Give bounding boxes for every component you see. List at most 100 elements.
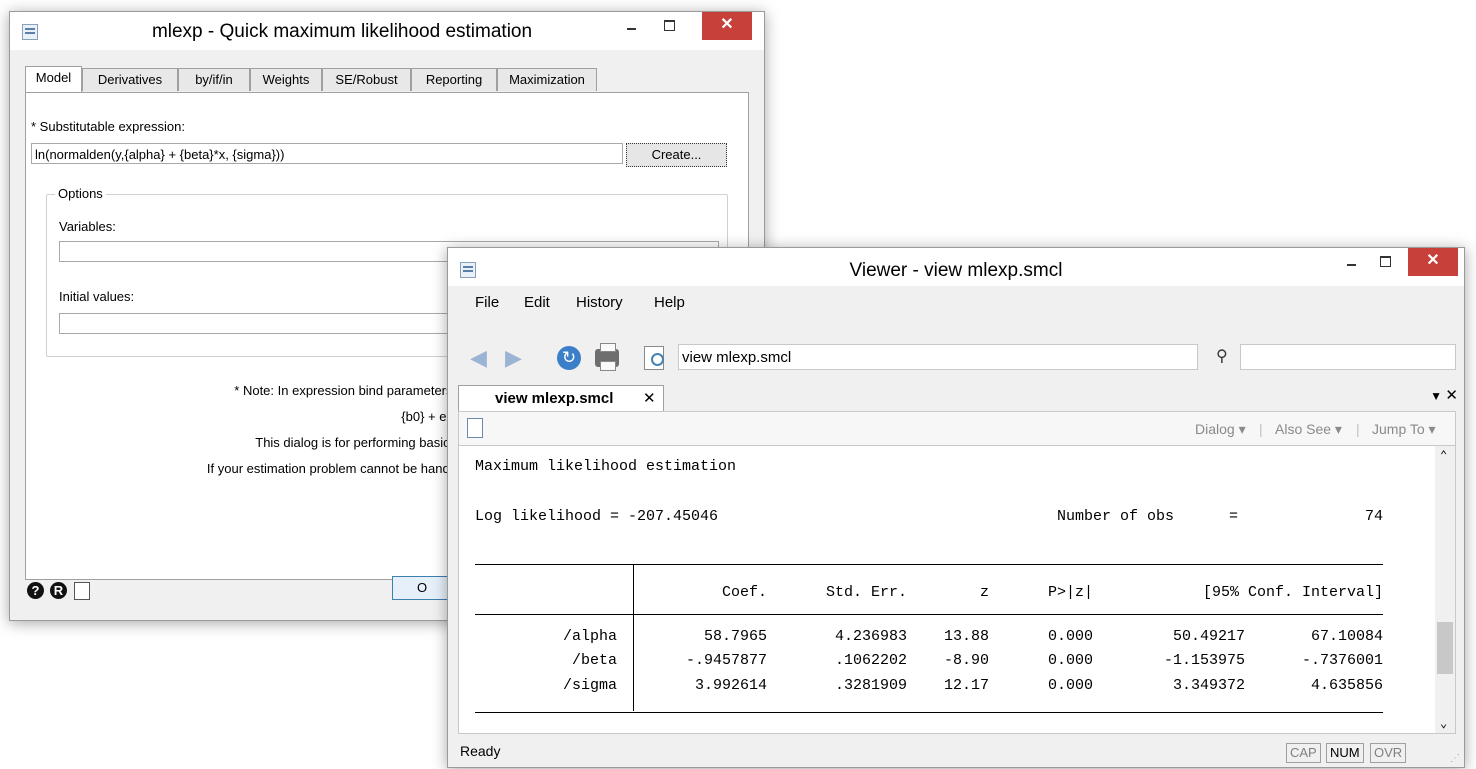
header-z: z (979, 584, 989, 601)
link-separator-1: | (1259, 421, 1263, 437)
row-ci-high: 67.10084 (1310, 628, 1383, 645)
doc-tab[interactable]: view mlexp.smcl ✕ (458, 385, 664, 412)
row-z: -8.90 (943, 652, 989, 669)
row-name: /sigma (562, 677, 617, 694)
jump-to-link[interactable]: Jump To ▾ (1372, 421, 1436, 438)
close-icon[interactable]: ✕ (702, 12, 752, 40)
status-text: Ready (460, 743, 501, 759)
ok-button[interactable]: O (392, 576, 452, 600)
scroll-thumb[interactable] (1437, 622, 1453, 674)
table-mid-rule (475, 614, 1383, 615)
menu-file[interactable]: File (475, 294, 499, 311)
row-z: 12.17 (943, 677, 989, 694)
help-icon[interactable]: ? (27, 582, 44, 599)
print-icon[interactable] (595, 343, 619, 371)
row-name: /alpha (562, 628, 617, 645)
cap-indicator: CAP (1286, 743, 1321, 763)
row-se: .3281909 (834, 677, 907, 694)
maximize-icon[interactable] (654, 12, 684, 40)
resize-grip-icon[interactable]: ⋰ (1450, 753, 1460, 764)
table-bottom-rule (475, 712, 1383, 713)
also-see-link-label: Also See (1275, 421, 1332, 437)
row-name: /beta (571, 652, 617, 669)
header-p: P>|z| (1047, 584, 1093, 601)
link-separator-2: | (1356, 421, 1360, 437)
statusbar: Ready CAP NUM OVR ⋰ (448, 735, 1464, 767)
viewer-link-bar: Dialog ▾ | Also See ▾ | Jump To ▾ (458, 411, 1456, 446)
search-icon[interactable]: ⚲ (1216, 346, 1228, 366)
tab-list-icon[interactable]: ▼ (1430, 389, 1442, 403)
back-arrow-icon[interactable]: ◀ (470, 347, 492, 369)
doc-tab-close-icon[interactable]: ✕ (643, 389, 656, 407)
viewer-minimize-icon[interactable] (1336, 248, 1366, 276)
header-coef: Coef. (721, 584, 767, 601)
nobs-value: 74 (1364, 508, 1383, 525)
vertical-scrollbar[interactable]: ⌃ ⌄ (1435, 446, 1455, 733)
forward-arrow-icon[interactable]: ▶ (505, 347, 527, 369)
table-divider (633, 564, 634, 711)
search-input[interactable] (1240, 344, 1456, 370)
expr-label: * Substitutable expression: (31, 119, 185, 134)
row-p: 0.000 (1047, 652, 1093, 669)
table-top-rule (475, 564, 1383, 565)
menu-help[interactable]: Help (654, 294, 685, 311)
dialog-app-icon (22, 24, 38, 40)
tab-by-if-in[interactable]: by/if/in (178, 68, 250, 91)
options-title: Options (55, 186, 106, 201)
tab-derivatives[interactable]: Derivatives (82, 68, 178, 91)
tab-reporting[interactable]: Reporting (411, 68, 497, 91)
num-indicator: NUM (1326, 743, 1364, 763)
tab-maximization[interactable]: Maximization (497, 68, 597, 91)
viewer-titlebar[interactable]: Viewer - view mlexp.smcl ✕ (448, 248, 1464, 286)
scroll-down-icon[interactable]: ⌄ (1440, 716, 1447, 731)
reset-icon[interactable]: R (50, 582, 67, 599)
row-se: 4.236983 (834, 628, 907, 645)
nobs-label: Number of obs (1057, 508, 1175, 525)
menu-history[interactable]: History (576, 294, 623, 311)
row-coef: -.9457877 (685, 652, 767, 669)
minimize-icon[interactable] (616, 12, 646, 40)
dialog-link[interactable]: Dialog ▾ (1195, 421, 1246, 438)
output-heading: Maximum likelihood estimation (475, 458, 737, 475)
header-ci: [95% Conf. Interval] (1202, 584, 1383, 601)
copy-icon[interactable] (74, 582, 90, 600)
scroll-up-icon[interactable]: ⌃ (1440, 448, 1447, 463)
variables-label: Variables: (59, 219, 116, 234)
results-content: Maximum likelihood estimation Log likeli… (458, 445, 1456, 734)
address-input[interactable]: view mlexp.smcl (678, 344, 1198, 370)
dialog-titlebar[interactable]: mlexp - Quick maximum likelihood estimat… (10, 12, 764, 50)
log-likelihood: Log likelihood = -207.45046 (475, 508, 719, 525)
row-se: .1062202 (834, 652, 907, 669)
new-viewer-icon[interactable] (467, 418, 483, 438)
row-ci-low: 50.49217 (1172, 628, 1245, 645)
tab-close-all-icon[interactable]: ✕ (1445, 386, 1458, 404)
expression-input[interactable]: ln(normalden(y,{alpha} + {beta}*x, {sigm… (31, 143, 623, 164)
header-se: Std. Err. (825, 584, 907, 601)
menubar: File Edit History Help (448, 289, 1464, 315)
row-coef: 58.7965 (703, 628, 767, 645)
row-ci-high: -.7376001 (1301, 652, 1383, 669)
tab-weights[interactable]: Weights (250, 68, 322, 91)
dialog-title: mlexp - Quick maximum likelihood estimat… (151, 21, 533, 42)
row-p: 0.000 (1047, 677, 1093, 694)
row-z: 13.88 (943, 628, 989, 645)
viewer-maximize-icon[interactable] (1370, 248, 1400, 276)
row-coef: 3.992614 (694, 677, 767, 694)
initial-values-label: Initial values: (59, 289, 135, 304)
find-icon[interactable] (644, 346, 664, 370)
row-ci-high: 4.635856 (1310, 677, 1383, 694)
doc-tab-label: view mlexp.smcl (495, 390, 614, 407)
row-ci-low: -1.153975 (1163, 652, 1245, 669)
ovr-indicator: OVR (1370, 743, 1407, 763)
dialog-link-label: Dialog (1195, 421, 1235, 437)
create-button[interactable]: Create... (626, 143, 727, 167)
nobs-equals: = (1229, 508, 1239, 525)
viewer-toolbar: ◀ ▶ ↻ view mlexp.smcl ⚲ (448, 340, 1464, 374)
tab-se-robust[interactable]: SE/Robust (322, 68, 411, 91)
refresh-icon[interactable]: ↻ (557, 346, 581, 370)
viewer-close-icon[interactable]: ✕ (1408, 248, 1458, 276)
tab-model[interactable]: Model (25, 66, 82, 92)
viewer-window: Viewer - view mlexp.smcl ✕ File Edit His… (447, 247, 1465, 768)
also-see-link[interactable]: Also See ▾ (1275, 421, 1342, 438)
menu-edit[interactable]: Edit (524, 294, 550, 311)
